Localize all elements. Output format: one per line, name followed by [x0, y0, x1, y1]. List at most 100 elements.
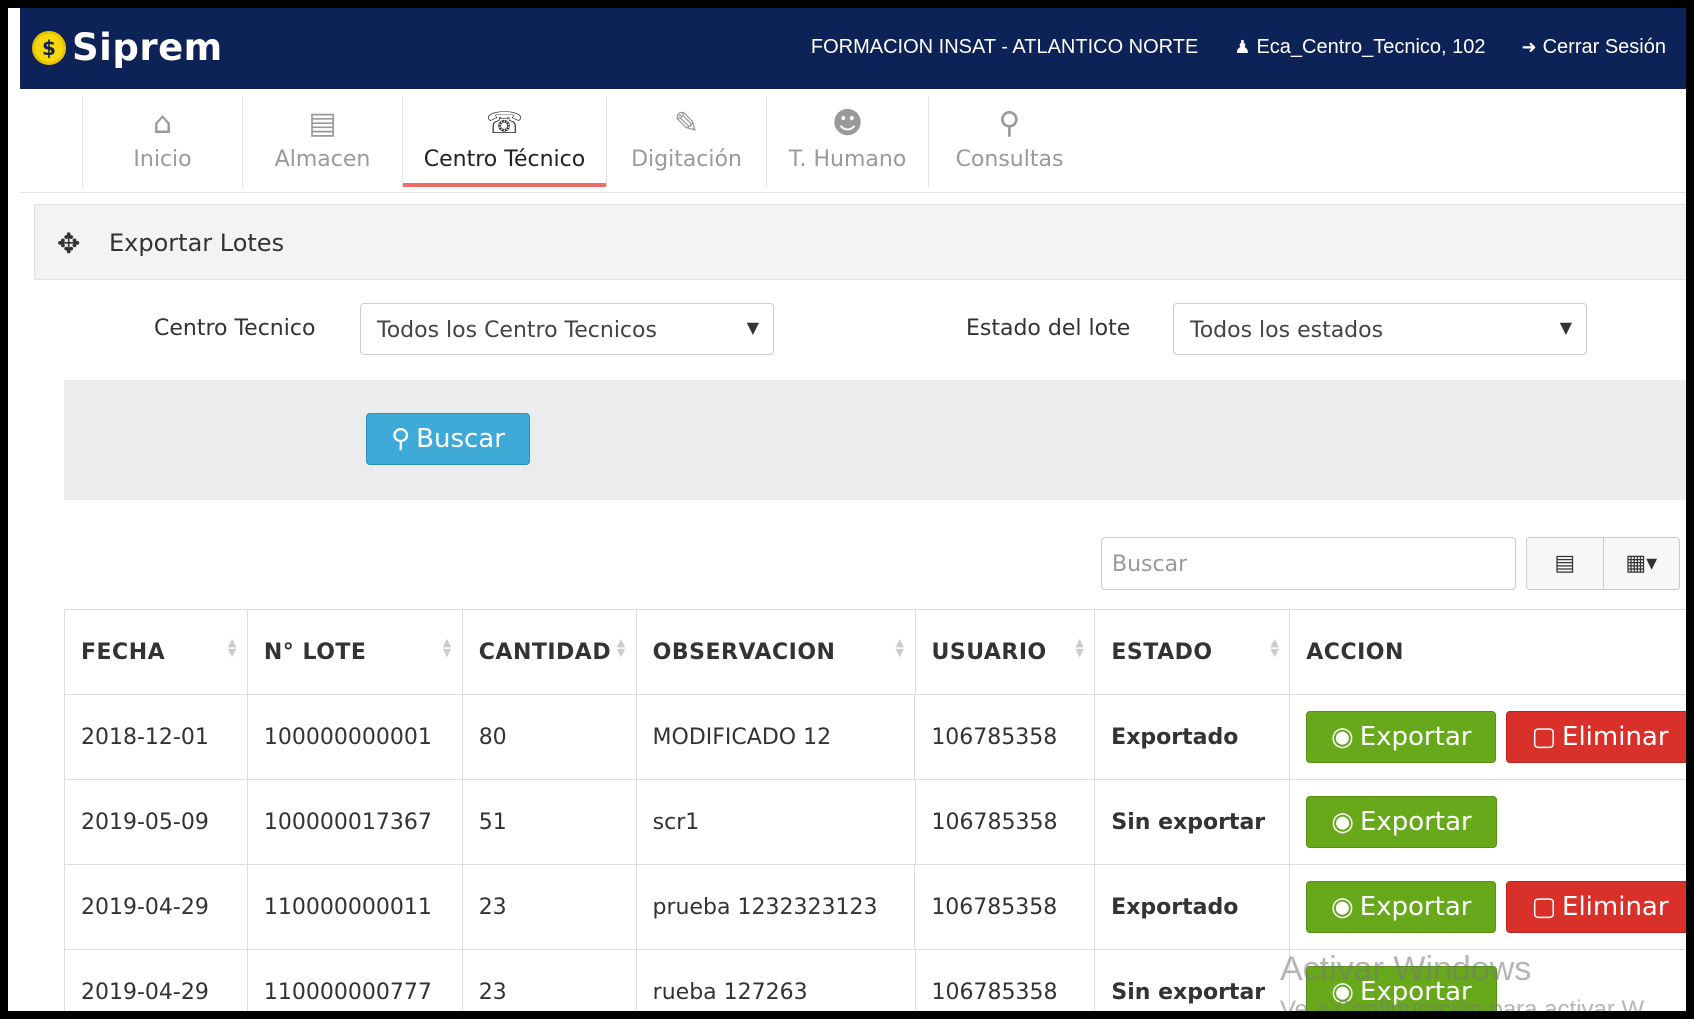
eye-icon: ◉: [1331, 807, 1354, 837]
eye-icon: ◉: [1331, 722, 1354, 752]
logout-label: Cerrar Sesión: [1542, 36, 1666, 58]
export-button[interactable]: ◉ Exportar: [1306, 796, 1497, 848]
trash-icon: ▢: [1531, 892, 1557, 922]
table-row: 2018-12-01 100000000001 80 MODIFICADO 12…: [65, 695, 1686, 780]
buscar-label: Buscar: [416, 424, 505, 454]
user-menu[interactable]: ♟ Eca_Centro_Tecnico, 102: [1234, 36, 1485, 59]
nav-label: Almacen: [274, 147, 371, 172]
cell-estado: Exportado: [1095, 695, 1291, 779]
col-header-lote[interactable]: N° LOTE ▲ ▼: [248, 610, 463, 694]
col-header-usuario[interactable]: USUARIO ▲ ▼: [916, 610, 1096, 694]
nav-item-inicio[interactable]: ⌂ Inicio: [82, 97, 242, 187]
cell-observacion: scr1: [637, 780, 916, 864]
list-view-icon[interactable]: ▤: [1527, 538, 1604, 589]
nav-label: Consultas: [955, 147, 1064, 172]
cell-usuario: 106785358: [916, 950, 1096, 1011]
user-name: Eca_Centro_Tecnico, 102: [1256, 36, 1486, 58]
table-row: 2019-04-29 110000000011 23 prueba 123232…: [65, 865, 1686, 950]
trash-icon: ▢: [1531, 722, 1557, 752]
cell-lote: 100000000001: [248, 695, 463, 779]
app-frame: $ Siprem FORMACION INSAT - ATLANTICO NOR…: [8, 8, 1686, 1011]
sort-icon: ▲ ▼: [1075, 636, 1085, 659]
estado-lote-value: Todos los estados: [1190, 318, 1384, 343]
cell-usuario: 106785358: [915, 865, 1096, 949]
table-row: 2019-05-09 100000017367 51 scr1 10678535…: [65, 780, 1686, 865]
eye-icon: ◉: [1331, 892, 1354, 922]
search-band: [64, 380, 1686, 500]
cell-observacion: prueba 1232323123: [637, 865, 916, 949]
cell-observacion: rueba 127263: [637, 950, 916, 1011]
estado-lote-label: Estado del lote: [966, 316, 1131, 341]
cell-accion: ◉ Exportar ▢ Eliminar: [1290, 865, 1686, 949]
nav-item-consultas[interactable]: ⚲ Consultas: [928, 97, 1090, 187]
cell-fecha: 2019-05-09: [65, 780, 248, 864]
sort-icon: ▲ ▼: [227, 636, 237, 659]
sort-icon: ▲ ▼: [895, 636, 905, 659]
delete-button[interactable]: ▢ Eliminar: [1506, 711, 1686, 763]
col-header-cantidad[interactable]: CANTIDAD ▲ ▼: [463, 610, 637, 694]
delete-button[interactable]: ▢ Eliminar: [1506, 881, 1686, 933]
cell-estado: Sin exportar: [1095, 950, 1291, 1011]
pencil-icon: ✎: [673, 106, 700, 141]
brand[interactable]: $ Siprem: [32, 26, 223, 69]
col-header-estado[interactable]: ESTADO ▲ ▼: [1095, 610, 1291, 694]
caret-down-icon: ▼: [746, 318, 759, 337]
sort-icon: ▲ ▼: [442, 636, 452, 659]
search-icon: ⚲: [391, 424, 411, 454]
cell-usuario: 106785358: [916, 780, 1096, 864]
centro-tecnico-label: Centro Tecnico: [154, 316, 316, 341]
cell-cantidad: 51: [463, 780, 637, 864]
search-icon: ⚲: [998, 106, 1021, 141]
top-bar: $ Siprem FORMACION INSAT - ATLANTICO NOR…: [20, 8, 1686, 89]
estado-lote-select[interactable]: Todos los estados ▼: [1173, 303, 1587, 355]
nav-label: Inicio: [133, 147, 192, 172]
nav-label: Centro Técnico: [423, 147, 586, 172]
nav-item-centro-tecnico[interactable]: ☏ Centro Técnico: [402, 97, 606, 187]
home-icon: ⌂: [152, 106, 173, 141]
col-header-accion: ACCION: [1290, 610, 1686, 694]
crosshair-icon: ✥: [57, 227, 81, 260]
cell-lote: 100000017367: [248, 780, 463, 864]
cell-accion: ◉ Exportar ▢ Eliminar: [1290, 695, 1686, 779]
cell-cantidad: 80: [463, 695, 637, 779]
export-button[interactable]: ◉ Exportar: [1306, 881, 1497, 933]
col-header-fecha[interactable]: FECHA ▲ ▼: [65, 610, 248, 694]
windows-watermark: Activar Windows: [1280, 950, 1532, 988]
users-icon: ☻: [831, 106, 864, 141]
columns-icon[interactable]: ▦▾: [1604, 538, 1680, 589]
col-header-observacion[interactable]: OBSERVACION ▲ ▼: [637, 610, 916, 694]
cell-accion: ◉ Exportar: [1290, 780, 1686, 864]
nav-item-almacen[interactable]: ▤ Almacen: [242, 97, 402, 187]
nav-item-digitacion[interactable]: ✎ Digitación: [606, 97, 766, 187]
panel-title: Exportar Lotes: [109, 229, 285, 257]
brand-name: Siprem: [72, 26, 223, 69]
cell-estado: Exportado: [1095, 865, 1291, 949]
buscar-button[interactable]: ⚲ Buscar: [366, 413, 530, 465]
main-nav: ⌂ Inicio ▤ Almacen ☏ Centro Técnico ✎ Di…: [20, 89, 1686, 193]
cell-fecha: 2019-04-29: [65, 865, 248, 949]
nav-item-t-humano[interactable]: ☻ T. Humano: [766, 97, 928, 187]
windows-watermark-sub: Ve a Configuración para activar W: [1280, 996, 1645, 1011]
centro-tecnico-value: Todos los Centro Tecnicos: [377, 318, 657, 343]
cell-cantidad: 23: [463, 865, 637, 949]
user-icon: ♟: [1234, 37, 1251, 57]
logout-link[interactable]: ➜ Cerrar Sesión: [1522, 36, 1666, 59]
cell-cantidad: 23: [463, 950, 637, 1011]
cell-fecha: 2019-04-29: [65, 950, 248, 1011]
nav-label: T. Humano: [788, 147, 907, 172]
cell-lote: 110000000011: [248, 865, 463, 949]
phone-icon: ☏: [485, 106, 524, 141]
table-search-input[interactable]: Buscar: [1101, 537, 1516, 590]
view-toggle-group: ▤ ▦▾: [1526, 537, 1680, 590]
sign-out-icon: ➜: [1521, 37, 1537, 57]
logo-icon: $: [32, 30, 66, 65]
panel-header: ✥ Exportar Lotes: [34, 204, 1686, 280]
table-header-row: FECHA ▲ ▼ N° LOTE ▲ ▼ CANTIDAD ▲ ▼ OBSERVACION…: [65, 610, 1686, 695]
export-button[interactable]: ◉ Exportar: [1306, 711, 1497, 763]
centro-tecnico-select[interactable]: Todos los Centro Tecnicos ▼: [360, 303, 774, 355]
cell-lote: 110000000777: [248, 950, 463, 1011]
caret-down-icon: ▼: [1559, 318, 1572, 337]
sort-icon: ▲ ▼: [1270, 636, 1280, 659]
cart-icon: ▤: [308, 106, 337, 141]
cell-fecha: 2018-12-01: [65, 695, 248, 779]
